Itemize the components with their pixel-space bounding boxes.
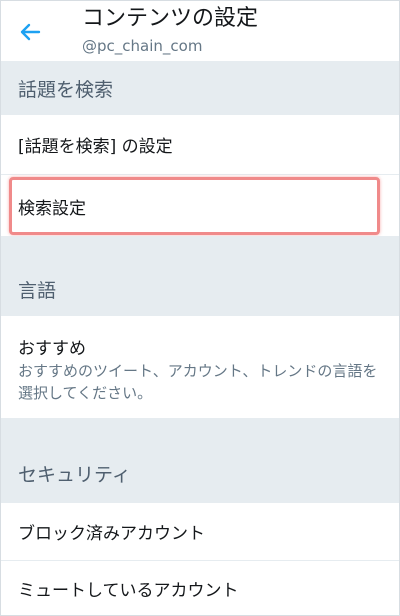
muted-accounts-row[interactable]: ミュートしているアカウント (0, 561, 400, 616)
account-handle: @pc_chain_com (82, 37, 203, 55)
top-bar: コンテンツの設定 @pc_chain_com (0, 0, 400, 62)
section-header-explore: 話題を検索 (0, 62, 400, 115)
recommendations-language-row[interactable]: おすすめ おすすめのツイート、アカウント、トレンドの言語を選択してください。 (0, 316, 400, 418)
back-button[interactable] (14, 16, 46, 48)
search-settings-row[interactable]: 検索設定 (0, 176, 400, 236)
page-title: コンテンツの設定 (82, 6, 259, 31)
section-header-security: セキュリティ (0, 418, 400, 503)
blocked-accounts-row[interactable]: ブロック済みアカウント (0, 503, 400, 561)
arrow-left-icon (20, 23, 41, 41)
explore-settings-row[interactable]: [話題を検索] の設定 (0, 115, 400, 175)
section-header-language: 言語 (0, 236, 400, 316)
recommendations-label: おすすめ (18, 339, 86, 359)
recommendations-description: おすすめのツイート、アカウント、トレンドの言語を選択してください。 (18, 362, 378, 402)
